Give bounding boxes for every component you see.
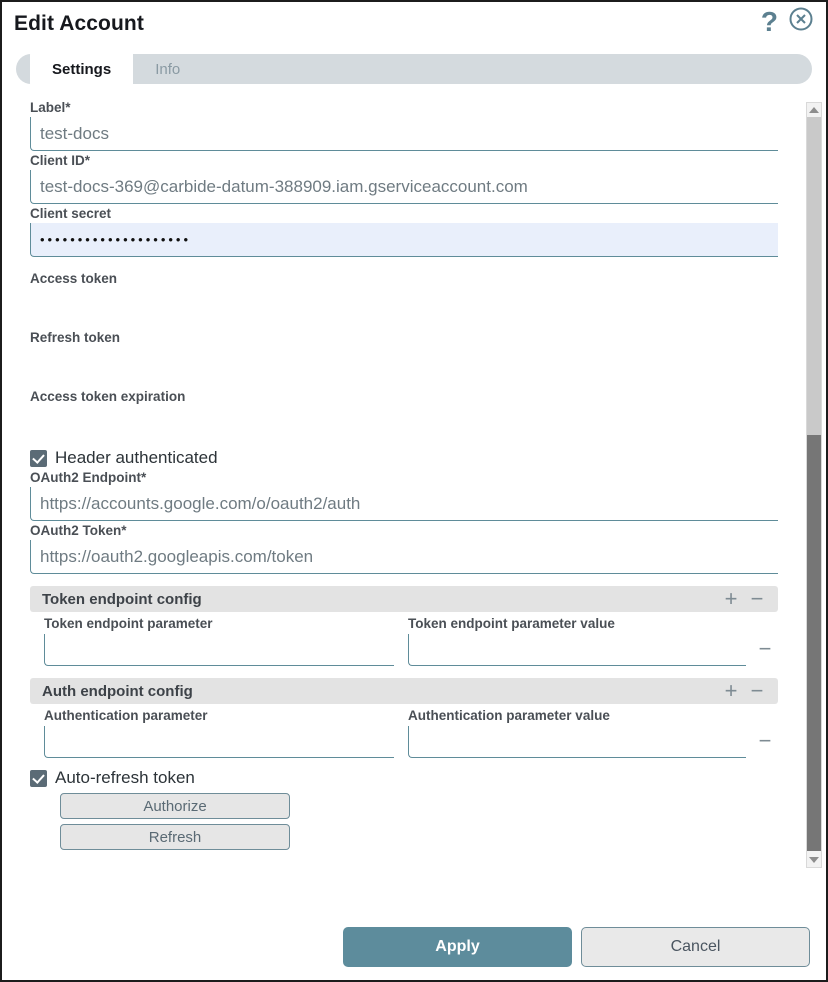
auth-endpoint-value-input[interactable] xyxy=(408,726,747,758)
auth-endpoint-config-title: Auth endpoint config xyxy=(42,682,193,700)
edit-account-dialog: Edit Account ? Settings Info Label* test… xyxy=(0,0,828,982)
access-token-label: Access token xyxy=(30,271,118,286)
tab-settings[interactable]: Settings xyxy=(30,54,134,84)
title-bar: Edit Account ? xyxy=(2,2,826,46)
tab-bar: Settings Info xyxy=(16,54,812,84)
auth-endpoint-value-label: Authentication parameter value xyxy=(408,708,610,723)
auth-endpoint-add-icon[interactable]: + xyxy=(718,680,744,702)
oauth2-endpoint-label: OAuth2 Endpoint* xyxy=(30,470,147,485)
dialog-footer: Apply Cancel xyxy=(4,868,824,978)
scroll-down-arrow-icon[interactable] xyxy=(807,853,821,867)
apply-button[interactable]: Apply xyxy=(343,927,572,967)
label-input[interactable]: test-docs xyxy=(30,117,778,151)
authorize-button[interactable]: Authorize xyxy=(60,793,290,819)
auth-endpoint-param-label: Authentication parameter xyxy=(44,708,208,723)
field-client-id: Client ID* test-docs-369@carbide-datum-3… xyxy=(30,153,778,204)
token-endpoint-value-input[interactable] xyxy=(408,634,747,666)
token-endpoint-config-section: Token endpoint config + − Token endpoint… xyxy=(30,586,778,666)
label-field-label: Label* xyxy=(30,100,71,115)
access-token-expiration-value xyxy=(30,404,778,422)
auto-refresh-token-row[interactable]: Auto-refresh token xyxy=(30,768,778,788)
auth-endpoint-row-remove-icon[interactable]: − xyxy=(752,728,778,754)
field-label: Label* test-docs xyxy=(30,100,778,151)
auto-refresh-token-checkbox[interactable] xyxy=(30,769,47,787)
field-access-token: Access token xyxy=(30,271,778,304)
header-authenticated-row[interactable]: Header authenticated xyxy=(30,448,778,468)
token-endpoint-param-label: Token endpoint parameter xyxy=(44,616,213,631)
token-endpoint-remove-icon[interactable]: − xyxy=(744,588,770,610)
field-oauth2-endpoint: OAuth2 Endpoint* https://accounts.google… xyxy=(30,470,778,521)
auth-endpoint-param-col: Authentication parameter xyxy=(44,708,395,758)
access-token-value xyxy=(30,286,778,304)
field-refresh-token: Refresh token xyxy=(30,330,778,363)
auth-endpoint-remove-icon[interactable]: − xyxy=(744,680,770,702)
oauth2-endpoint-input[interactable]: https://accounts.google.com/o/oauth2/aut… xyxy=(30,487,778,521)
field-oauth2-token: OAuth2 Token* https://oauth2.googleapis.… xyxy=(30,523,778,574)
auth-endpoint-param-input[interactable] xyxy=(44,726,395,758)
auto-refresh-token-label: Auto-refresh token xyxy=(55,768,195,787)
refresh-token-label: Refresh token xyxy=(30,330,121,345)
access-token-expiration-label: Access token expiration xyxy=(30,389,186,404)
refresh-button[interactable]: Refresh xyxy=(60,824,290,850)
header-authenticated-label: Header authenticated xyxy=(55,448,218,467)
field-client-secret: Client secret •••••••••••••••••••• xyxy=(30,206,778,257)
cancel-button[interactable]: Cancel xyxy=(581,927,810,967)
page-title: Edit Account xyxy=(14,12,144,35)
token-endpoint-param-input[interactable] xyxy=(44,634,395,666)
auth-endpoint-config-section: Auth endpoint config + − Authentication … xyxy=(30,678,778,758)
client-secret-label: Client secret xyxy=(30,206,112,221)
client-id-label: Client ID* xyxy=(30,153,91,168)
scrollbar-thumb[interactable] xyxy=(807,435,821,851)
client-id-input[interactable]: test-docs-369@carbide-datum-388909.iam.g… xyxy=(30,170,778,204)
tab-info[interactable]: Info xyxy=(133,54,202,84)
token-endpoint-param-col: Token endpoint parameter xyxy=(44,616,395,666)
token-endpoint-add-icon[interactable]: + xyxy=(718,588,744,610)
title-bar-actions: ? xyxy=(761,6,814,37)
auth-endpoint-config-header: Auth endpoint config + − xyxy=(30,678,778,704)
auth-endpoint-value-col: Authentication parameter value xyxy=(408,708,747,758)
header-authenticated-checkbox[interactable] xyxy=(30,449,47,467)
auth-endpoint-param-row: Authentication parameter Authentication … xyxy=(30,708,778,758)
client-secret-input[interactable]: •••••••••••••••••••• xyxy=(30,223,778,257)
oauth2-token-label: OAuth2 Token* xyxy=(30,523,127,538)
token-endpoint-config-header: Token endpoint config + − xyxy=(30,586,778,612)
token-endpoint-row-remove-icon[interactable]: − xyxy=(752,636,778,662)
token-endpoint-param-row: Token endpoint parameter Token endpoint … xyxy=(30,616,778,666)
close-circle-icon[interactable] xyxy=(788,6,814,37)
dialog-body: Label* test-docs Client ID* test-docs-36… xyxy=(4,98,826,872)
settings-scroll-pane: Label* test-docs Client ID* test-docs-36… xyxy=(4,98,796,872)
footer-buttons: Apply Cancel xyxy=(343,927,810,967)
token-endpoint-value-label: Token endpoint parameter value xyxy=(408,616,615,631)
oauth2-token-input[interactable]: https://oauth2.googleapis.com/token xyxy=(30,540,778,574)
vertical-scrollbar[interactable] xyxy=(806,102,822,868)
scroll-up-arrow-icon[interactable] xyxy=(807,103,821,117)
refresh-token-value xyxy=(30,345,778,363)
field-access-token-expiration: Access token expiration xyxy=(30,389,778,422)
token-endpoint-config-title: Token endpoint config xyxy=(42,590,202,608)
token-endpoint-value-col: Token endpoint parameter value xyxy=(408,616,747,666)
scrollbar-track[interactable] xyxy=(807,117,821,435)
question-mark-icon[interactable]: ? xyxy=(761,6,778,37)
